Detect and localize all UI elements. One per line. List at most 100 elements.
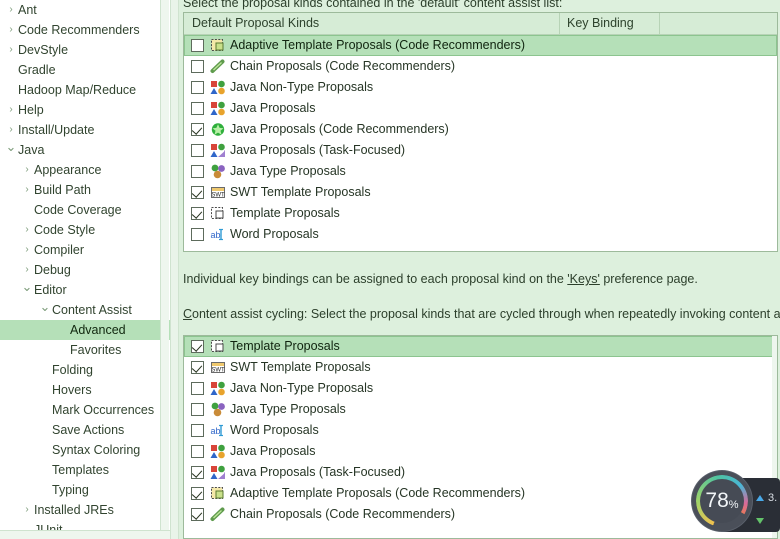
column-header-default-proposal-kinds[interactable]: Default Proposal Kinds — [184, 13, 559, 34]
table-row[interactable]: Java Type Proposals — [184, 161, 777, 182]
row-checkbox[interactable] — [191, 102, 204, 115]
row-checkbox[interactable] — [191, 487, 204, 500]
table-row[interactable]: Java Non-Type Proposals — [184, 77, 777, 98]
table-row[interactable]: Java Proposals — [184, 441, 777, 462]
sidebar-item-install-update[interactable]: › Install/Update — [0, 120, 170, 140]
sidebar-item-editor[interactable]: ⌄ Editor — [0, 280, 170, 300]
chevron-right-icon[interactable]: › — [20, 240, 34, 260]
sidebar-item-folding[interactable]: Folding — [0, 360, 170, 380]
row-checkbox[interactable] — [191, 123, 204, 136]
chevron-right-icon[interactable]: › — [4, 20, 18, 40]
table-body-default[interactable]: Adaptive Template Proposals (Code Recomm… — [184, 35, 777, 245]
table-row[interactable]: Java Non-Type Proposals — [184, 378, 777, 399]
chevron-right-icon[interactable]: › — [20, 160, 34, 180]
row-checkbox[interactable] — [191, 424, 204, 437]
sidebar-item-favorites[interactable]: Favorites — [0, 340, 170, 360]
sidebar-item-installed-jres[interactable]: › Installed JREs — [0, 500, 170, 520]
sidebar-item-java[interactable]: ⌄ Java — [0, 140, 170, 160]
sidebar-item-syntax-coloring[interactable]: Syntax Coloring — [0, 440, 170, 460]
chevron-right-icon[interactable]: › — [4, 0, 18, 20]
svg-text:ab: ab — [211, 230, 221, 240]
chevron-right-icon[interactable]: › — [20, 260, 34, 280]
svg-text:SWT: SWT — [211, 367, 225, 373]
table-row[interactable]: SWT SWT Template Proposals — [184, 357, 777, 378]
sidebar-scrollbar-track[interactable] — [160, 0, 169, 530]
table-row[interactable]: Java Proposals (Task-Focused) — [184, 462, 777, 483]
sidebar-item-appearance[interactable]: › Appearance — [0, 160, 170, 180]
row-checkbox[interactable] — [191, 39, 204, 52]
cycling-proposal-kinds-table[interactable]: Template Proposals SWT SWT Template Propos… — [183, 335, 778, 539]
row-checkbox[interactable] — [191, 207, 204, 220]
table-row[interactable]: Java Proposals (Task-Focused) — [184, 140, 777, 161]
sidebar-item-advanced[interactable]: Advanced — [0, 320, 170, 340]
chevron-right-icon[interactable]: › — [4, 120, 18, 140]
row-checkbox[interactable] — [191, 60, 204, 73]
chevron-down-icon[interactable]: ⌄ — [20, 280, 34, 294]
sidebar-item-ant[interactable]: › Ant — [0, 0, 170, 20]
table-row[interactable]: Template Proposals — [184, 203, 777, 224]
table-row[interactable]: Chain Proposals (Code Recommenders) — [184, 504, 777, 525]
table-row[interactable]: ab Word Proposals — [184, 420, 777, 441]
chevron-right-icon[interactable]: › — [20, 220, 34, 240]
table-row[interactable]: Java Proposals — [184, 98, 777, 119]
table-row[interactable]: ab Word Proposals — [184, 224, 777, 245]
column-divider[interactable] — [559, 13, 560, 34]
sidebar-item-build-path[interactable]: › Build Path — [0, 180, 170, 200]
row-checkbox[interactable] — [191, 361, 204, 374]
chevron-right-icon[interactable]: › — [4, 100, 18, 120]
column-divider[interactable] — [659, 13, 660, 34]
row-checkbox[interactable] — [191, 445, 204, 458]
sidebar-item-typing[interactable]: Typing — [0, 480, 170, 500]
sidebar-item-help[interactable]: › Help — [0, 100, 170, 120]
row-checkbox[interactable] — [191, 144, 204, 157]
sidebar-item-hadoop-map-reduce[interactable]: Hadoop Map/Reduce — [0, 80, 170, 100]
keys-preference-link[interactable]: 'Keys' — [567, 272, 600, 286]
sidebar-resize-sash[interactable] — [170, 0, 179, 539]
network-speed-widget[interactable]: 3. 78% — [692, 471, 780, 539]
sidebar-item-save-actions[interactable]: Save Actions — [0, 420, 170, 440]
preference-tree[interactable]: › Ant › Code Recommenders › DevStyle Gradle Had… — [0, 0, 170, 539]
sidebar-item-mark-occurrences[interactable]: Mark Occurrences — [0, 400, 170, 420]
row-checkbox[interactable] — [191, 508, 204, 521]
chevron-right-icon[interactable]: › — [20, 500, 34, 520]
row-checkbox[interactable] — [191, 382, 204, 395]
download-arrow-icon — [756, 518, 764, 524]
sidebar-item-code-coverage[interactable]: Code Coverage — [0, 200, 170, 220]
java-nontype-icon — [210, 80, 226, 95]
sidebar-item-content-assist[interactable]: ⌄ Content Assist — [0, 300, 170, 320]
sidebar-item-code-recommenders[interactable]: › Code Recommenders — [0, 20, 170, 40]
adaptive-template-icon — [210, 38, 226, 53]
sidebar-item-label: Templates — [52, 463, 109, 477]
chevron-down-icon[interactable]: ⌄ — [38, 300, 52, 314]
table-row[interactable]: Adaptive Template Proposals (Code Recomm… — [184, 483, 777, 504]
table-row[interactable]: Template Proposals — [184, 336, 777, 357]
sidebar-item-code-style[interactable]: › Code Style — [0, 220, 170, 240]
chevron-right-icon[interactable]: › — [20, 180, 34, 200]
row-checkbox[interactable] — [191, 340, 204, 353]
row-checkbox[interactable] — [191, 466, 204, 479]
table-row[interactable]: Adaptive Template Proposals (Code Recomm… — [184, 35, 777, 56]
row-checkbox[interactable] — [191, 186, 204, 199]
table-row[interactable]: Java Proposals (Code Recommenders) — [184, 119, 777, 140]
sidebar-item-compiler[interactable]: › Compiler — [0, 240, 170, 260]
ring-percent-suffix: % — [728, 499, 739, 511]
row-checkbox[interactable] — [191, 81, 204, 94]
chevron-down-icon[interactable]: ⌄ — [4, 140, 18, 154]
sidebar-item-debug[interactable]: › Debug — [0, 260, 170, 280]
sidebar-item-templates[interactable]: Templates — [0, 460, 170, 480]
sidebar-item-hovers[interactable]: Hovers — [0, 380, 170, 400]
default-proposal-kinds-table[interactable]: Default Proposal Kinds Key Binding Adapti… — [183, 12, 778, 252]
table-body-cycling[interactable]: Template Proposals SWT SWT Template Propos… — [184, 336, 777, 525]
row-checkbox[interactable] — [191, 403, 204, 416]
table-row[interactable]: Chain Proposals (Code Recommenders) — [184, 56, 777, 77]
cpu-usage-ring[interactable]: 78% — [692, 471, 752, 531]
row-checkbox[interactable] — [191, 228, 204, 241]
row-checkbox[interactable] — [191, 165, 204, 178]
chevron-right-icon[interactable]: › — [4, 40, 18, 60]
table-row[interactable]: Java Type Proposals — [184, 399, 777, 420]
sidebar-item-devstyle[interactable]: › DevStyle — [0, 40, 170, 60]
table-row[interactable]: SWT SWT Template Proposals — [184, 182, 777, 203]
row-label: Java Proposals — [230, 444, 316, 458]
column-header-key-binding[interactable]: Key Binding — [559, 13, 659, 34]
sidebar-item-gradle[interactable]: Gradle — [0, 60, 170, 80]
